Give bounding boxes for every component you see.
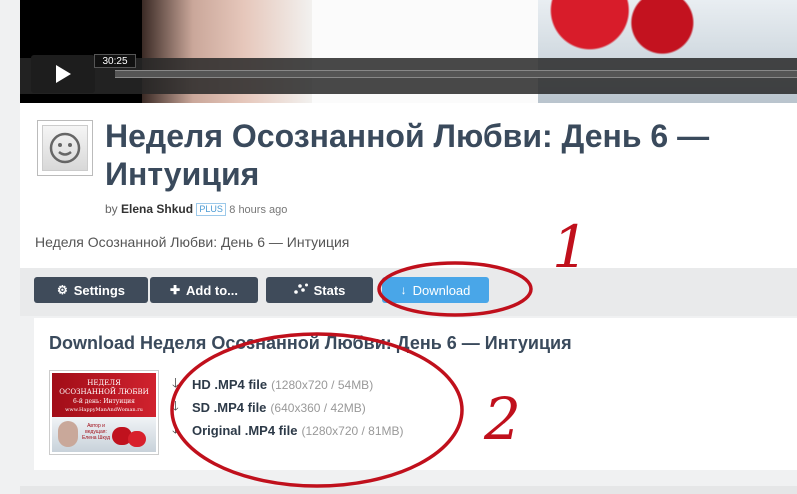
file-name[interactable]: HD .MP4 file	[192, 377, 267, 392]
download-panel: Download Неделя Осознанной Любви: День 6…	[34, 318, 797, 470]
action-toolbar: ⚙ Settings ✚ Add to... Stats ↓ Download	[20, 268, 797, 316]
timecode: 30:25	[94, 54, 136, 68]
thumbnail-line: НЕДЕЛЯ	[87, 379, 121, 387]
gear-icon: ⚙	[56, 283, 68, 297]
author-link[interactable]: Elena Shkud	[121, 202, 193, 216]
file-name[interactable]: SD .MP4 file	[192, 400, 266, 415]
file-meta: (640x360 / 42MB)	[270, 400, 366, 415]
download-arrow-icon: 🡓	[172, 420, 179, 436]
video-header: Неделя Осознанной Любви: День 6 — Интуиц…	[20, 103, 797, 268]
download-label: Download	[412, 282, 471, 298]
stats-label: Stats	[313, 282, 346, 298]
add-to-button[interactable]: ✚ Add to...	[150, 277, 258, 303]
upload-time: 8 hours ago	[229, 204, 288, 216]
thumbnail-apple	[128, 431, 146, 447]
download-arrow-icon: 🡓	[172, 374, 179, 390]
annotation-number-2: 2	[484, 385, 521, 453]
download-panel-title: Download Неделя Осознанной Любви: День 6…	[49, 333, 572, 353]
avatar[interactable]	[37, 120, 93, 176]
download-button[interactable]: ↓ Download	[382, 277, 489, 303]
video-description: Неделя Осознанной Любви: День 6 — Интуиц…	[35, 234, 350, 250]
file-name[interactable]: Original .MP4 file	[192, 423, 297, 438]
add-to-label: Add to...	[186, 282, 239, 298]
annotation-number-1: 1	[552, 213, 589, 281]
thumbnail-line: 6-й день: Интуиция	[73, 398, 135, 405]
settings-label: Settings	[73, 282, 126, 298]
progress-bar[interactable]	[115, 70, 797, 78]
thumbnail-line: ОСОЗНАННОЙ ЛЮБВИ	[59, 388, 149, 396]
plus-badge: PLUS	[196, 203, 226, 217]
stats-button[interactable]: Stats	[266, 277, 373, 303]
page-title: Неделя Осознанной Любви: День 6 — Интуиц…	[105, 118, 710, 192]
video-player[interactable]: 30:25	[20, 0, 797, 103]
download-arrow-icon: 🡓	[172, 397, 179, 413]
thumbnail-line: Автор и ведущая: Елена Шкуд	[81, 423, 111, 441]
file-meta: (1280x720 / 81MB)	[301, 423, 404, 438]
play-icon	[56, 65, 71, 83]
thumbnail-face	[58, 421, 78, 447]
byline: by Elena Shkud PLUS 8 hours ago	[105, 202, 288, 217]
download-file-original[interactable]: 🡓 Original .MP4 file (1280x720 / 81MB)	[172, 419, 404, 442]
download-file-hd[interactable]: 🡓 HD .MP4 file (1280x720 / 54MB)	[172, 373, 404, 396]
smiley-icon	[42, 125, 88, 171]
plus-icon: ✚	[169, 283, 181, 297]
settings-button[interactable]: ⚙ Settings	[34, 277, 148, 303]
video-thumbnail: НЕДЕЛЯ ОСОЗНАННОЙ ЛЮБВИ 6-й день: Интуиц…	[49, 370, 159, 455]
thumbnail-photo: Автор и ведущая: Елена Шкуд	[52, 417, 156, 452]
download-file-list: 🡓 HD .MP4 file (1280x720 / 54MB) 🡓 SD .M…	[172, 373, 404, 442]
stats-icon	[293, 283, 308, 298]
thumbnail-line: www.HappyManAndWoman.ru	[65, 407, 143, 413]
thumbnail-banner: НЕДЕЛЯ ОСОЗНАННОЙ ЛЮБВИ 6-й день: Интуиц…	[52, 373, 156, 417]
by-label: by	[105, 202, 118, 216]
file-meta: (1280x720 / 54MB)	[271, 377, 374, 392]
footer-strip	[20, 486, 797, 494]
download-arrow-icon: ↓	[400, 283, 407, 297]
download-file-sd[interactable]: 🡓 SD .MP4 file (640x360 / 42MB)	[172, 396, 404, 419]
page: 30:25 Неделя Осознанной Любви: День 6 — …	[0, 0, 797, 494]
play-button[interactable]	[31, 55, 95, 93]
